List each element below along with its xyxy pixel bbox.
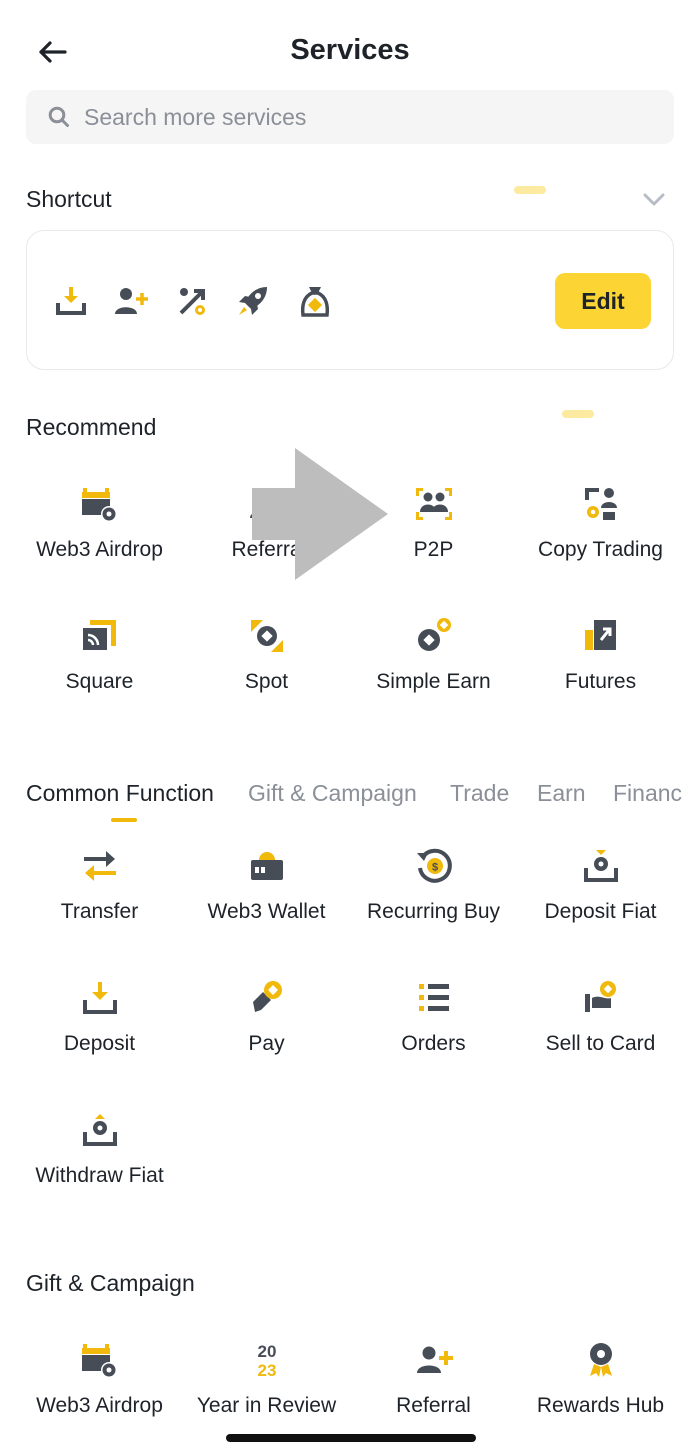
shortcut-title: Shortcut: [26, 186, 112, 212]
service-web3-airdrop[interactable]: Web3 Airdrop: [12, 1340, 187, 1418]
service-transfer[interactable]: Transfer: [12, 846, 187, 924]
transfer-icon: [83, 851, 116, 881]
deposit-icon: [82, 982, 117, 1014]
service-label: Web3 Airdrop: [36, 538, 163, 561]
orders-icon: [418, 984, 449, 1011]
service-futures[interactable]: Futures: [513, 616, 688, 694]
service-label: Withdraw Fiat: [35, 1164, 164, 1187]
spot-icon: [250, 620, 283, 652]
percent-icon[interactable]: [175, 283, 211, 319]
search-bar[interactable]: [26, 90, 674, 144]
copy-trading-icon: [584, 488, 617, 520]
search-icon: [48, 106, 69, 127]
tab-gift-campaign[interactable]: Gift & Campaign: [248, 780, 417, 807]
header: Services: [0, 0, 700, 90]
service-label: Square: [65, 670, 134, 693]
service-deposit-fiat[interactable]: Deposit Fiat: [513, 846, 688, 924]
service-spot[interactable]: Spot: [179, 616, 354, 694]
year-in-review-icon: 20 23: [257, 1342, 276, 1380]
year-bottom-digits: 23: [257, 1361, 276, 1380]
service-label: Deposit: [63, 1032, 136, 1055]
year-top-digits: 20: [257, 1342, 276, 1361]
tab-common-function[interactable]: Common Function: [26, 780, 214, 807]
page-title: Services: [290, 34, 410, 66]
category-tabs: Common Function Gift & Campaign Trade Ea…: [26, 776, 700, 826]
recurring-buy-icon: $: [416, 848, 452, 883]
money-bag-icon[interactable]: [297, 283, 333, 319]
tab-trade[interactable]: Trade: [450, 780, 509, 807]
pay-icon: [252, 981, 282, 1012]
web3-airdrop-icon: [81, 488, 117, 522]
service-label: Copy Trading: [538, 538, 663, 561]
service-copy-trading[interactable]: Copy Trading: [513, 484, 688, 562]
service-label: Pay: [248, 1032, 285, 1055]
service-web3-wallet[interactable]: Web3 Wallet: [179, 846, 354, 924]
service-label: Rewards Hub: [536, 1394, 665, 1417]
deposit-icon[interactable]: [53, 283, 89, 319]
active-tab-indicator: [111, 818, 137, 822]
smudge-mark: [514, 186, 546, 194]
service-simple-earn[interactable]: Simple Earn: [346, 616, 521, 694]
service-label: Sell to Card: [545, 1032, 656, 1055]
service-label: Referral: [396, 1394, 471, 1417]
deposit-fiat-icon: [583, 850, 618, 882]
service-year-in-review[interactable]: 20 23 Year in Review: [179, 1340, 354, 1418]
home-indicator[interactable]: [226, 1434, 476, 1442]
svg-text:$: $: [431, 862, 437, 874]
service-label: Year in Review: [196, 1394, 337, 1417]
simple-earn-icon: [417, 618, 451, 651]
service-label: Simple Earn: [376, 670, 491, 693]
service-label: Transfer: [60, 900, 139, 923]
tab-earn[interactable]: Earn: [537, 780, 586, 807]
recommend-title: Recommend: [26, 414, 157, 440]
web3-airdrop-icon: [81, 1344, 117, 1378]
service-referral[interactable]: Referral: [346, 1340, 521, 1418]
service-label: Web3 Airdrop: [36, 1394, 163, 1417]
collapse-button[interactable]: [640, 188, 668, 212]
square-icon: [82, 620, 116, 650]
service-sell-to-card[interactable]: Sell to Card: [513, 978, 688, 1056]
rocket-icon[interactable]: [235, 283, 271, 319]
gift-campaign-title: Gift & Campaign: [26, 1270, 195, 1296]
tab-finance[interactable]: Financ: [613, 780, 682, 807]
service-web3-airdrop[interactable]: Web3 Airdrop: [12, 484, 187, 562]
service-pay[interactable]: Pay: [179, 978, 354, 1056]
service-withdraw-fiat[interactable]: Withdraw Fiat: [12, 1110, 187, 1188]
shortcut-card: Edit: [26, 230, 674, 370]
futures-icon: [584, 620, 616, 650]
service-label: Orders: [401, 1032, 466, 1055]
referral-icon: [416, 1346, 453, 1373]
overlay-arrow-graphic: [252, 448, 388, 580]
edit-button[interactable]: Edit: [555, 273, 651, 329]
p2p-icon: [415, 488, 452, 520]
add-user-icon[interactable]: [113, 283, 149, 319]
sell-to-card-icon: [584, 981, 616, 1012]
service-label: Futures: [564, 670, 637, 693]
service-orders[interactable]: Orders: [346, 978, 521, 1056]
service-square[interactable]: Square: [12, 616, 187, 694]
chevron-down-icon: [643, 193, 665, 206]
smudge-mark: [562, 410, 594, 418]
service-label: Recurring Buy: [366, 900, 501, 923]
service-label: Deposit Fiat: [544, 900, 657, 923]
service-deposit[interactable]: Deposit: [12, 978, 187, 1056]
withdraw-fiat-icon: [82, 1114, 117, 1146]
service-recurring-buy[interactable]: $ Recurring Buy: [346, 846, 521, 924]
rewards-hub-icon: [589, 1343, 612, 1377]
service-label: Web3 Wallet: [207, 900, 326, 923]
web3-wallet-icon: [250, 852, 283, 880]
service-rewards-hub[interactable]: Rewards Hub: [513, 1340, 688, 1418]
service-label: Spot: [244, 670, 289, 693]
search-input[interactable]: [84, 103, 644, 131]
